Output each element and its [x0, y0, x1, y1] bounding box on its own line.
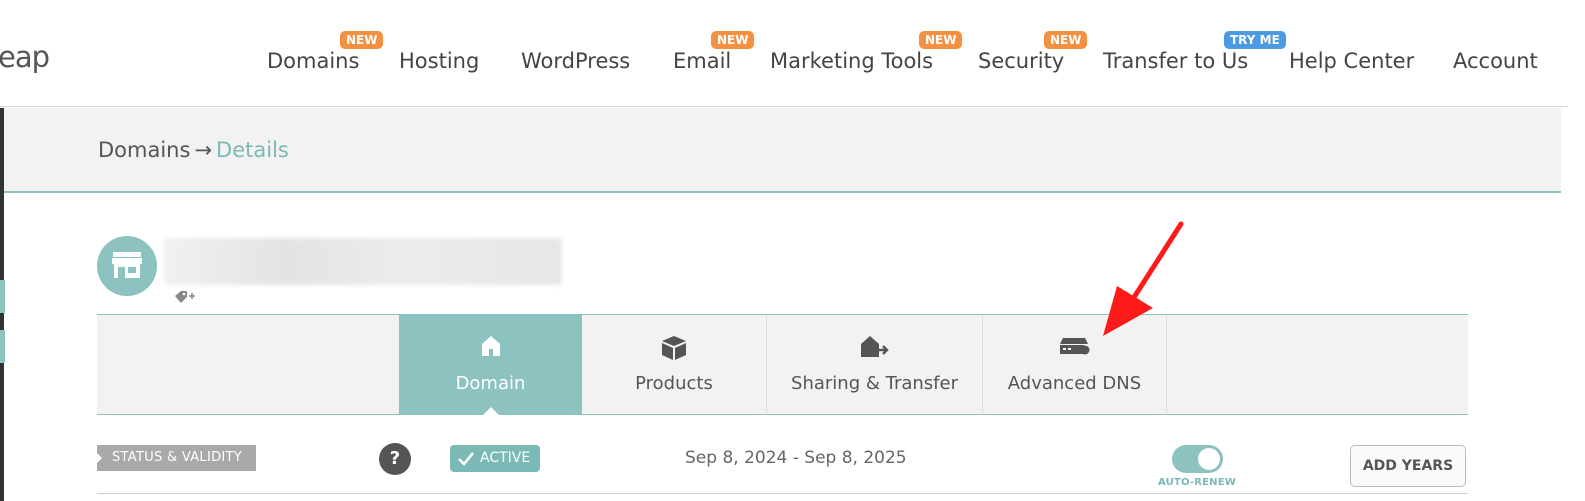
logo[interactable]: eap	[0, 40, 50, 74]
auto-renew-toggle[interactable]	[1172, 445, 1223, 473]
tab-label: Sharing & Transfer	[791, 373, 958, 394]
validity-dates: Sep 8, 2024 - Sep 8, 2025	[685, 448, 907, 468]
status-badge-text: ACTIVE	[480, 450, 531, 466]
transfer-try-me-badge: TRY ME	[1224, 31, 1286, 49]
status-validity-label: STATUS & VALIDITY	[97, 445, 256, 471]
breadcrumb-current: Details	[216, 138, 289, 162]
domains-new-badge: NEW	[340, 31, 384, 49]
help-icon[interactable]: ?	[379, 443, 411, 475]
nav-account[interactable]: Account	[1453, 49, 1538, 73]
breadcrumb-bar: Domains → Details	[4, 108, 1561, 193]
add-tag-icon[interactable]	[174, 290, 196, 310]
nav-security[interactable]: Security	[978, 49, 1064, 73]
storefront-icon	[112, 252, 142, 278]
domain-tabs: Domain Products Sharing & Transfer Advan…	[97, 314, 1468, 416]
house-transfer-icon	[860, 336, 889, 357]
server-icon	[1059, 338, 1089, 355]
breadcrumb: Domains → Details	[98, 138, 289, 162]
status-badge: ACTIVE	[450, 445, 540, 472]
nav-help-center[interactable]: Help Center	[1289, 49, 1414, 73]
nav-wordpress[interactable]: WordPress	[521, 49, 630, 73]
security-new-badge: NEW	[1044, 31, 1088, 49]
nav-domains[interactable]: Domains	[267, 49, 359, 73]
annotation-arrow	[1095, 220, 1190, 344]
domain-avatar	[97, 236, 157, 296]
toggle-knob	[1198, 448, 1220, 470]
tab-domain[interactable]: Domain	[399, 315, 582, 416]
tab-products[interactable]: Products	[582, 315, 767, 415]
nav-email[interactable]: Email	[673, 49, 731, 73]
breadcrumb-separator: →	[194, 138, 213, 162]
left-edge-tab	[0, 330, 5, 363]
tab-label: Products	[635, 373, 713, 394]
status-validity-row: STATUS & VALIDITY ? ACTIVE Sep 8, 2024 -…	[97, 440, 1468, 494]
checkmark-icon	[458, 452, 474, 466]
box-icon	[662, 336, 686, 360]
tab-label: Advanced DNS	[1007, 373, 1142, 394]
top-navigation: eap NEW Domains Hosting WordPress NEW Em…	[0, 0, 1568, 107]
left-edge-tab	[0, 280, 5, 313]
domain-name-redacted	[164, 238, 562, 285]
tab-sharing-transfer[interactable]: Sharing & Transfer	[767, 315, 983, 415]
nav-marketing-tools[interactable]: Marketing Tools	[770, 49, 933, 73]
marketing-new-badge: NEW	[919, 31, 963, 49]
nav-transfer-to-us[interactable]: Transfer to Us	[1103, 49, 1248, 73]
nav-hosting[interactable]: Hosting	[399, 49, 479, 73]
add-years-button[interactable]: ADD YEARS	[1350, 445, 1466, 487]
auto-renew-label: AUTO-RENEW	[1158, 477, 1236, 488]
email-new-badge: NEW	[711, 31, 755, 49]
tab-label: Domain	[455, 373, 526, 394]
home-icon	[481, 336, 500, 356]
breadcrumb-domains-link[interactable]: Domains	[98, 138, 190, 162]
